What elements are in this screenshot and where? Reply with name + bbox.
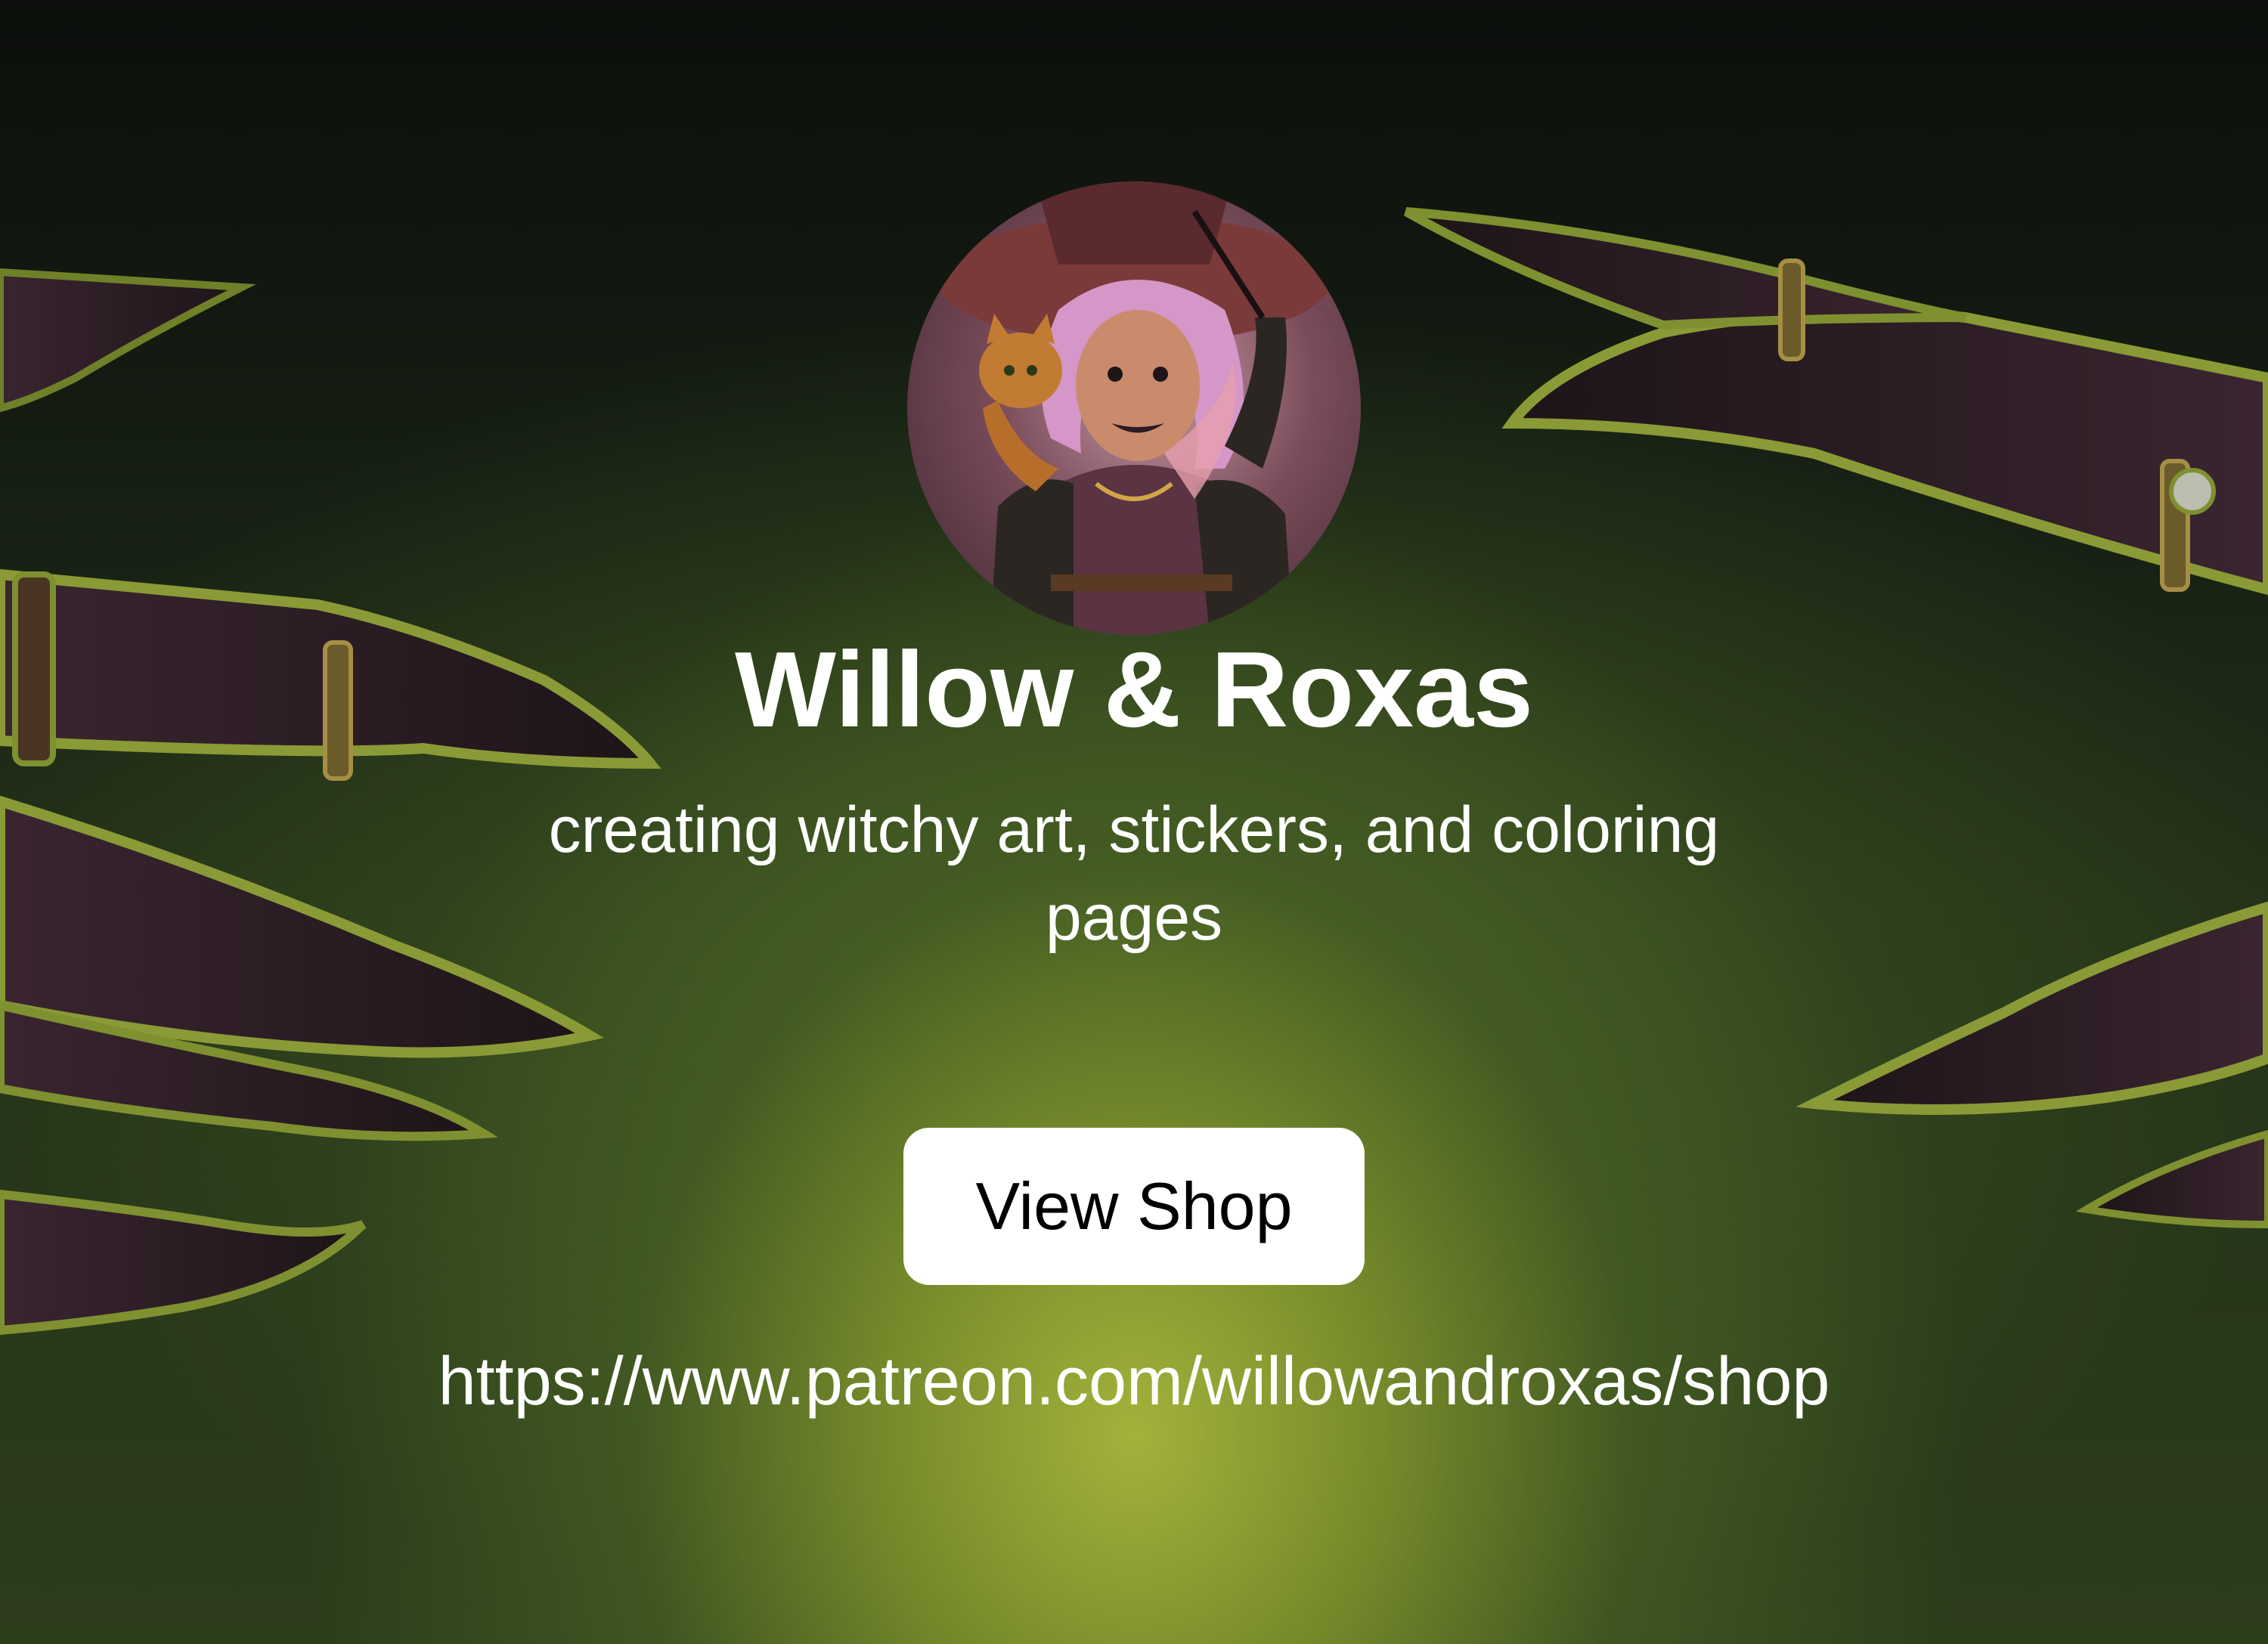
- profile-tagline: creating witchy art, stickers, and color…: [548, 794, 1720, 954]
- witch-with-cat-avatar-icon: [937, 181, 1331, 635]
- link-page: Willow & Roxas creating witchy art, stic…: [0, 0, 2268, 1644]
- shop-url-link[interactable]: https://www.patreon.com/willowandroxas/s…: [423, 1338, 1845, 1426]
- view-shop-button[interactable]: View Shop: [903, 1128, 1365, 1285]
- profile-name: Willow & Roxas: [735, 630, 1533, 750]
- profile-avatar: [907, 181, 1361, 635]
